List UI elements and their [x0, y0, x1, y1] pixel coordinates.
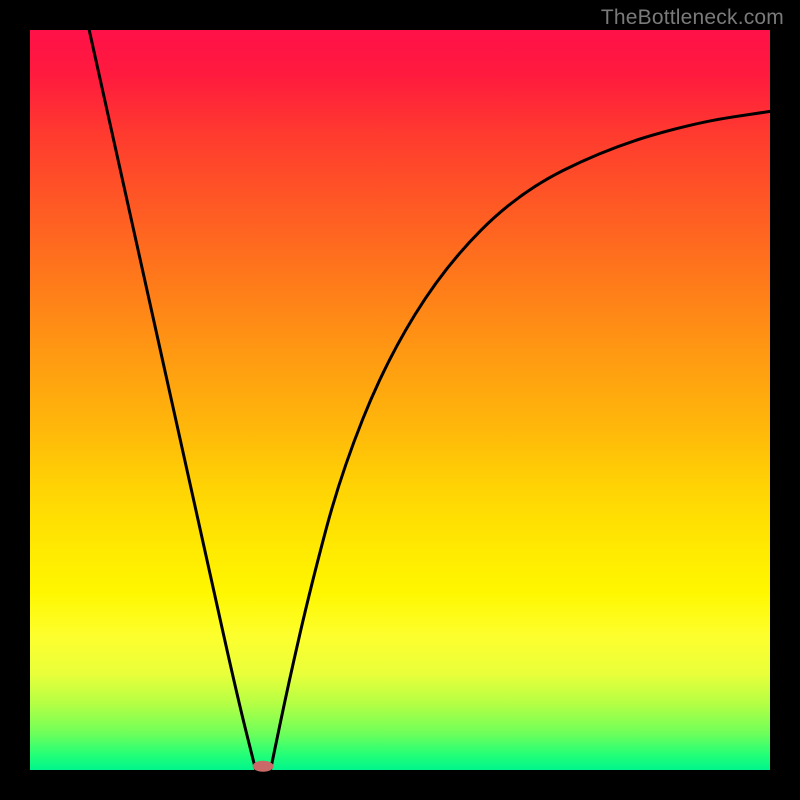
right-branch-curve: [271, 111, 771, 770]
left-branch-curve: [89, 30, 256, 770]
chart-root: TheBottleneck.com: [0, 0, 800, 800]
plot-area: [30, 30, 770, 770]
min-marker: [253, 761, 273, 771]
watermark-text: TheBottleneck.com: [601, 6, 784, 30]
curve-layer: [30, 30, 770, 770]
